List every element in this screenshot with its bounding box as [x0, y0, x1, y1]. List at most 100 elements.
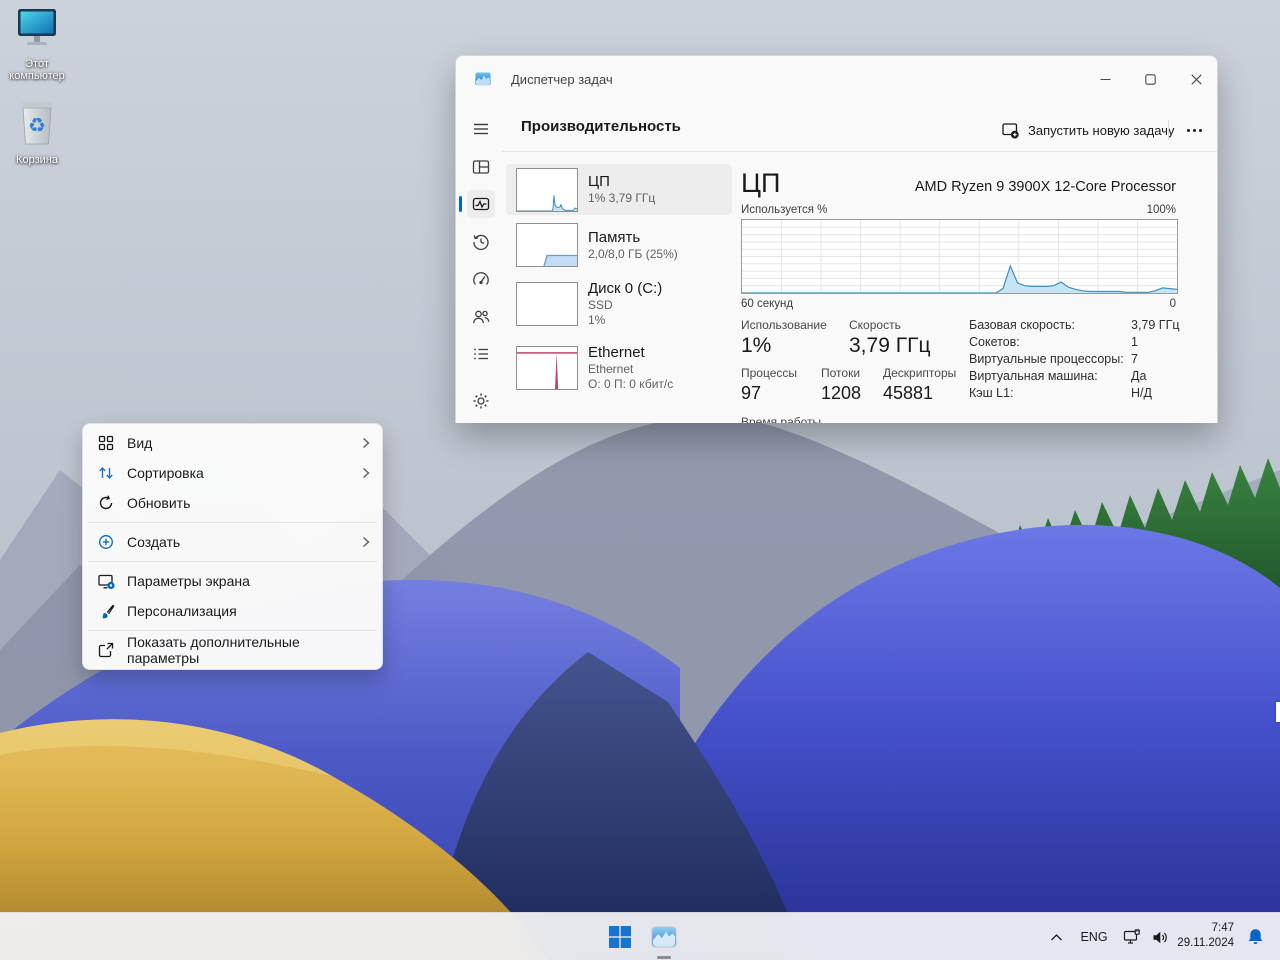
- tray-clock[interactable]: 7:47 29.11.2024: [1177, 921, 1234, 951]
- hamburger-icon: [474, 123, 488, 135]
- perf-item-detail: 1%: [588, 313, 606, 327]
- menu-item-new[interactable]: Создать: [87, 527, 378, 557]
- detail-label: Сокетов:: [969, 335, 1020, 349]
- cpu-pane-title: ЦП: [741, 168, 781, 198]
- menu-item-label: Показать дополнительные параметры: [127, 634, 300, 666]
- more-options-button[interactable]: [1178, 117, 1210, 143]
- users-icon: [473, 310, 490, 324]
- menu-item-display-settings[interactable]: Параметры экрана: [87, 566, 378, 596]
- perf-list-item-ethernet[interactable]: Ethernet Ethernet О: 0 П: 0 кбит/с: [506, 338, 732, 398]
- ethernet-mini-chart: [516, 346, 578, 390]
- menu-item-sort[interactable]: Сортировка: [87, 458, 378, 488]
- ellipsis-icon: [1198, 128, 1202, 132]
- nav-details[interactable]: [467, 340, 495, 368]
- detail-label: Кэш L1:: [969, 386, 1014, 400]
- memory-mini-chart: [516, 223, 578, 267]
- nav-performance[interactable]: [467, 190, 495, 218]
- perf-list-item-memory[interactable]: Память 2,0/8,0 ГБ (25%): [506, 220, 732, 270]
- desktop-icon-label: Этот компьютер: [9, 58, 65, 82]
- ellipsis-icon: [1192, 128, 1196, 132]
- sort-arrows-icon: [97, 464, 115, 482]
- graph-ymax: 100%: [1146, 204, 1176, 216]
- tray-network[interactable]: [1118, 923, 1146, 951]
- desktop-icon-label: Корзина: [16, 154, 58, 166]
- nav-startup-apps[interactable]: [467, 266, 495, 294]
- menu-divider: [88, 522, 377, 523]
- detail-value: Н/Д: [1131, 386, 1152, 400]
- page-title: Производительность: [521, 118, 681, 135]
- app-icon-task-manager: [475, 71, 491, 87]
- perf-item-name: Память: [588, 228, 641, 246]
- menu-item-view[interactable]: Вид: [87, 428, 378, 458]
- stat-label: Скорость: [849, 318, 901, 332]
- tray-show-hidden-icons[interactable]: [1042, 923, 1070, 951]
- gauge-icon: [473, 272, 489, 285]
- view-grid-icon: [97, 434, 115, 452]
- perf-list-item-cpu[interactable]: ЦП 1% 3,79 ГГц: [506, 164, 732, 215]
- plus-circle-icon: [97, 533, 115, 551]
- minimize-button[interactable]: [1083, 56, 1128, 102]
- stat-value: 3,79 ГГц: [849, 334, 931, 357]
- chevron-right-icon: [356, 467, 370, 479]
- run-new-task-button[interactable]: Запустить новую задачу: [994, 115, 1182, 145]
- perf-item-name: ЦП: [588, 173, 610, 190]
- run-new-task-label: Запустить новую задачу: [1028, 122, 1175, 138]
- recycle-bin-icon: ♻: [22, 102, 52, 145]
- running-app-indicator: [657, 956, 671, 959]
- stat-value: 1%: [741, 334, 772, 357]
- menu-item-show-more-options[interactable]: Показать дополнительные параметры: [87, 634, 378, 666]
- menu-item-label: Вид: [127, 435, 153, 451]
- notification-bell-icon: [1248, 929, 1262, 945]
- header-hairline: [502, 151, 1217, 152]
- menu-item-personalize[interactable]: Персонализация: [87, 596, 378, 626]
- stat-label: Процессы: [741, 366, 798, 380]
- details-list-icon: [474, 348, 488, 360]
- stat-value: 45881: [883, 383, 934, 403]
- graph-ylabel: Используется %: [741, 204, 828, 216]
- nav-app-history[interactable]: [467, 228, 495, 256]
- nav-selection-indicator: [459, 196, 462, 212]
- open-external-icon: [97, 641, 115, 659]
- perf-item-detail: 1% 3,79 ГГц: [588, 191, 656, 205]
- tray-language[interactable]: ENG: [1076, 923, 1112, 951]
- perf-list-item-disk[interactable]: Диск 0 (C:) SSD 1%: [506, 276, 732, 332]
- task-manager-window: Диспетчер задач Производительность Запус…: [455, 55, 1218, 423]
- nav-settings[interactable]: [467, 387, 495, 415]
- history-icon: [473, 234, 489, 251]
- desktop-icon-recycle-bin[interactable]: ♻ Корзина: [1, 100, 73, 166]
- detail-label: Виртуальные процессоры:: [969, 352, 1124, 366]
- nav-users[interactable]: [467, 303, 495, 331]
- detail-label: Базовая скорость:: [969, 318, 1075, 332]
- maximize-button[interactable]: [1128, 56, 1173, 102]
- display-settings-icon: [97, 572, 115, 590]
- stat-value: 97: [741, 383, 762, 403]
- detail-value: Да: [1131, 369, 1147, 383]
- menu-item-label: Персонализация: [127, 603, 237, 619]
- perf-item-name: Диск 0 (C:): [588, 280, 663, 297]
- chevron-right-icon: [356, 437, 370, 449]
- stat-value: 1208: [821, 383, 862, 403]
- new-task-icon: [1002, 122, 1019, 138]
- graph-xlabel-right: 0: [1169, 298, 1176, 310]
- nav-menu-button[interactable]: [467, 115, 495, 143]
- taskbar-item-task-manager[interactable]: [645, 918, 683, 956]
- minimize-icon: [1100, 78, 1111, 80]
- desktop-icon-this-pc[interactable]: Этот компьютер: [1, 8, 73, 82]
- task-manager-icon: [651, 926, 677, 948]
- menu-item-refresh[interactable]: Обновить: [87, 488, 378, 518]
- taskbar: ENG 7:47 29.11.2024: [0, 912, 1280, 960]
- ellipsis-icon: [1186, 128, 1190, 132]
- network-ethernet-icon: [1123, 929, 1140, 944]
- close-button[interactable]: [1173, 56, 1217, 102]
- start-button[interactable]: [601, 918, 639, 956]
- perf-item-detail: SSD: [588, 298, 613, 312]
- detail-value: 1: [1131, 335, 1138, 349]
- menu-item-label: Обновить: [127, 495, 191, 511]
- menu-divider: [88, 561, 377, 562]
- tray-notifications[interactable]: [1240, 923, 1270, 951]
- tray-volume[interactable]: [1146, 923, 1174, 951]
- uptime-label: Время работы: [741, 415, 822, 423]
- nav-processes[interactable]: [467, 153, 495, 181]
- processes-icon: [472, 160, 490, 174]
- header-divider: [1168, 120, 1169, 140]
